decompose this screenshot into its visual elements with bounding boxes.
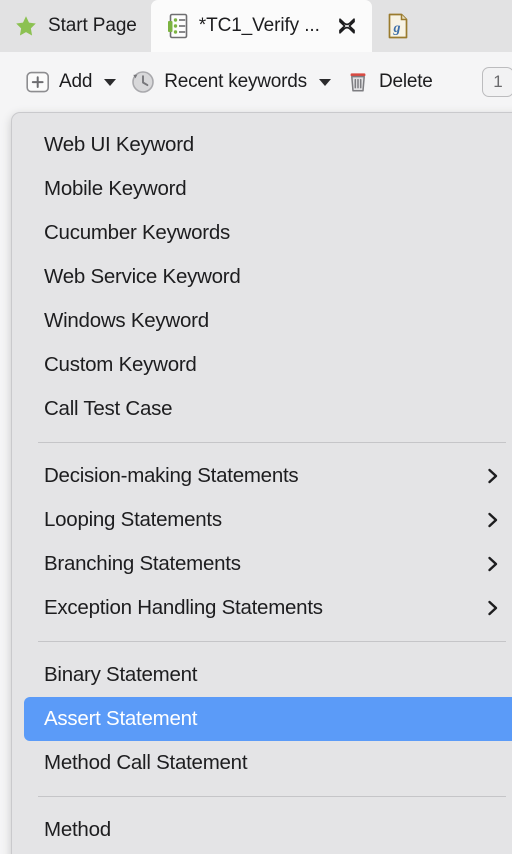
chevron-right-icon xyxy=(488,468,498,484)
menu-item[interactable]: Method xyxy=(24,808,512,852)
menu-item[interactable]: Binary Statement xyxy=(24,653,512,697)
menu-item[interactable]: Call Test Case xyxy=(24,387,512,431)
plus-box-icon xyxy=(26,71,50,93)
recent-keywords-button[interactable]: Recent keywords xyxy=(123,62,338,102)
menu-separator xyxy=(38,641,506,642)
menu-item-label: Method Call Statement xyxy=(44,751,248,774)
test-case-icon xyxy=(167,13,188,39)
menu-separator xyxy=(38,796,506,797)
menu-item[interactable]: Web UI Keyword xyxy=(24,123,512,167)
delete-button-label: Delete xyxy=(378,71,433,92)
menu-item[interactable]: Custom Keyword xyxy=(24,343,512,387)
menu-item[interactable]: Web Service Keyword xyxy=(24,255,512,299)
close-icon[interactable] xyxy=(336,15,358,37)
menu-separator xyxy=(38,442,506,443)
menu-item-label: Custom Keyword xyxy=(44,353,197,376)
menu-item-label: Web Service Keyword xyxy=(44,265,241,288)
menu-item-label: Mobile Keyword xyxy=(44,177,187,200)
tab-bar: Start Page *TC1_Verify ... g xyxy=(0,0,512,52)
trash-icon xyxy=(350,73,366,92)
menu-item-label: Cucumber Keywords xyxy=(44,221,231,244)
menu-item[interactable]: Mobile Keyword xyxy=(24,167,512,211)
menu-item-label: Looping Statements xyxy=(44,508,222,531)
menu-item[interactable]: Looping Statements xyxy=(24,498,512,542)
add-button-label: Add xyxy=(59,71,93,92)
menu-item[interactable]: Branching Statements xyxy=(24,542,512,586)
chevron-right-icon xyxy=(488,600,498,616)
menu-item-label: Decision-making Statements xyxy=(44,464,299,487)
chevron-right-icon xyxy=(488,512,498,528)
tab-testcase[interactable]: *TC1_Verify ... xyxy=(150,0,372,52)
add-keyword-menu: Web UI Keyword Mobile Keyword Cucumber Key… xyxy=(11,112,512,854)
menu-item-label: Assert Statement xyxy=(44,707,198,730)
delete-button[interactable]: Delete xyxy=(338,62,440,102)
application-window: Start Page *TC1_Verify ... g Add Recent … xyxy=(0,0,512,854)
menu-item[interactable]: Assert Statement xyxy=(24,697,512,741)
menu-item[interactable]: Cucumber Keywords xyxy=(24,211,512,255)
toolbar-overflow-button[interactable]: 1 xyxy=(482,67,512,97)
menu-item-label: Method xyxy=(44,818,111,841)
svg-text:g: g xyxy=(392,21,400,36)
add-button[interactable]: Add xyxy=(18,62,123,102)
history-clock-icon xyxy=(132,71,155,93)
menu-item-label: Branching Statements xyxy=(44,552,241,575)
menu-item[interactable]: Method Call Statement xyxy=(24,741,512,785)
star-icon xyxy=(16,16,36,36)
groovy-script-icon: g xyxy=(388,13,408,39)
menu-item-label: Windows Keyword xyxy=(44,309,209,332)
menu-item-label: Web UI Keyword xyxy=(44,133,194,156)
chevron-down-icon[interactable] xyxy=(104,78,117,86)
tab-label: *TC1_Verify ... xyxy=(198,15,320,36)
tab-label: Start Page xyxy=(48,15,137,36)
menu-item[interactable]: Decision-making Statements xyxy=(24,454,512,498)
menu-item[interactable]: Exception Handling Statements xyxy=(24,586,512,630)
tab-start-page[interactable]: Start Page xyxy=(0,0,151,52)
tab-groovy-script[interactable]: g xyxy=(372,0,434,52)
chevron-down-icon[interactable] xyxy=(318,78,331,86)
recent-keywords-label: Recent keywords xyxy=(164,71,307,92)
menu-item-label: Binary Statement xyxy=(44,663,198,686)
menu-item-label: Call Test Case xyxy=(44,397,173,420)
menu-item[interactable]: Windows Keyword xyxy=(24,299,512,343)
chevron-right-icon xyxy=(488,556,498,572)
keyword-toolbar: Add Recent keywords Delete 1 xyxy=(0,52,512,112)
menu-item-label: Exception Handling Statements xyxy=(44,596,323,619)
